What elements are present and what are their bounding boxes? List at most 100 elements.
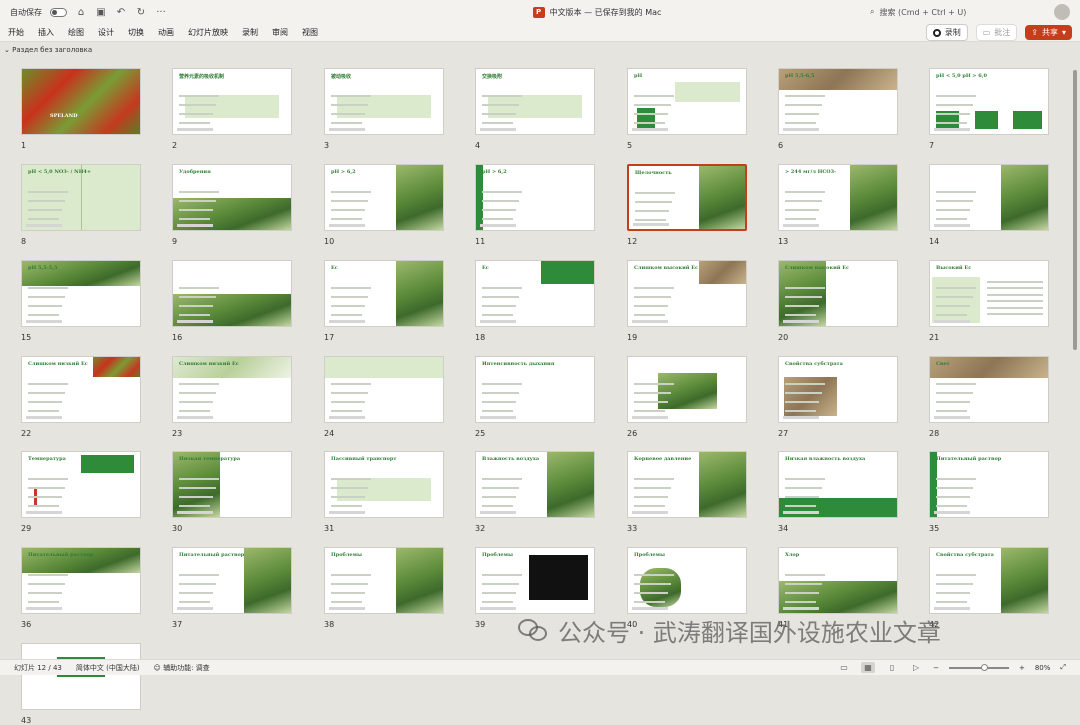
slide-thumbnail-5[interactable]: pH [627, 68, 747, 135]
scrollbar[interactable] [1072, 60, 1078, 630]
accessibility-status[interactable]: ☺ 辅助功能: 调查 [154, 663, 210, 673]
slideshow-view-button[interactable]: ▷ [909, 662, 923, 673]
watermark-text: 公众号 · 武涛翻译国外设施农业文章 [558, 618, 941, 647]
slide-thumbnail-10[interactable]: pH > 6,2 [324, 164, 444, 231]
slide-number: 29 [21, 524, 32, 533]
slide-thumbnail-35[interactable]: Питательный раствор [929, 451, 1049, 518]
slide-title: Корневое давление [634, 456, 692, 462]
home-icon[interactable]: ⌂ [75, 7, 87, 18]
record-label: 录制 [944, 28, 961, 37]
slide-thumbnail-9[interactable]: Удобрения [172, 164, 292, 231]
slide-sorter-view-button[interactable]: ▦ [861, 662, 876, 673]
zoom-in-button[interactable]: + [1019, 664, 1025, 672]
slide-thumbnail-40[interactable]: Проблемы [627, 547, 747, 614]
save-icon[interactable]: ▣ [95, 7, 107, 18]
tab-insert[interactable]: 插入 [38, 27, 62, 38]
tab-slideshow[interactable]: 幻灯片放映 [188, 27, 236, 38]
slide-title: Низкая температура [179, 456, 241, 462]
slide-thumbnail-4[interactable]: 交换吸附 [475, 68, 595, 135]
tab-home[interactable]: 开始 [8, 27, 32, 38]
slide-title: Питательный раствор [28, 552, 94, 558]
slide-thumbnail-3[interactable]: 被动吸收 [324, 68, 444, 135]
slide-thumbnail-29[interactable]: Температура [21, 451, 141, 518]
slide-thumbnail-6[interactable]: pH 5,5-6,5 [778, 68, 898, 135]
slide-number: 12 [627, 237, 638, 246]
slide-thumbnail-7[interactable]: pH < 5,0 pH > 6,0 [929, 68, 1049, 135]
section-header[interactable]: ⌄ Раздел без заголовка [4, 46, 92, 54]
slide-title: Проблемы [634, 552, 665, 558]
slide-thumbnail-14[interactable] [929, 164, 1049, 231]
tab-review[interactable]: 审阅 [272, 27, 296, 38]
slide-number: 2 [172, 141, 178, 150]
slide-thumbnail-12[interactable]: Щелочность [627, 164, 747, 231]
slide-thumbnail-8[interactable]: pH < 5,0 NO3- / NH4+ [21, 164, 141, 231]
slide-thumbnail-13[interactable]: > 244 мг/л HCO3- [778, 164, 898, 231]
slide-thumbnail-25[interactable]: Интенсивность дыхания [475, 356, 595, 423]
slide-thumbnail-11[interactable]: pH > 6,2 [475, 164, 595, 231]
record-button[interactable]: 录制 [925, 24, 968, 41]
slide-title: Низкая влажность воздуха [785, 456, 866, 462]
slide-title: pH < 5,0 pH > 6,0 [936, 73, 987, 79]
slide-thumbnail-32[interactable]: Влажность воздуха [475, 451, 595, 518]
slide-thumbnail-21[interactable]: Высокий Ec [929, 260, 1049, 327]
slide-thumbnail-43[interactable]: SPELAND [21, 643, 141, 710]
slide-thumbnail-16[interactable] [172, 260, 292, 327]
avatar[interactable] [1054, 4, 1070, 20]
slide-title: Свет [936, 361, 950, 367]
slide-thumbnail-20[interactable]: Слишком высокий Ec [778, 260, 898, 327]
slide-thumbnail-33[interactable]: Корневое давление [627, 451, 747, 518]
slide-thumbnail-2[interactable]: 营养元素的吸收机制 [172, 68, 292, 135]
slide-thumbnail-31[interactable]: Пассивный транспорт [324, 451, 444, 518]
slide-thumbnail-27[interactable]: Свойства субстрата [778, 356, 898, 423]
slide-thumbnail-41[interactable]: Хлор [778, 547, 898, 614]
slide-title: Проблемы [482, 552, 513, 558]
slide-thumbnail-38[interactable]: Проблемы [324, 547, 444, 614]
fit-window-icon[interactable]: ⤢ [1060, 663, 1066, 672]
slide-number: 28 [929, 429, 940, 438]
slide-number: 6 [778, 141, 784, 150]
tab-draw[interactable]: 绘图 [68, 27, 92, 38]
slide-thumbnail-36[interactable]: Питательный раствор [21, 547, 141, 614]
redo-icon[interactable]: ↻ [135, 7, 147, 18]
tab-design[interactable]: 设计 [98, 27, 122, 38]
status-bar: 幻灯片 12 / 43 简体中文 (中国大陆) ☺ 辅助功能: 调查 ▭ ▦ ▯… [0, 659, 1080, 675]
autosave-toggle[interactable] [50, 7, 67, 17]
slide-thumbnail-28[interactable]: Свет [929, 356, 1049, 423]
tab-view[interactable]: 视图 [302, 27, 326, 38]
zoom-slider-knob[interactable] [980, 663, 988, 671]
slide-thumbnail-18[interactable]: Ec [475, 260, 595, 327]
search-box[interactable]: ⌕ 搜索 (Cmd + Ctrl + U) [864, 5, 1044, 20]
normal-view-button[interactable]: ▭ [837, 662, 851, 673]
tab-record[interactable]: 录制 [242, 27, 266, 38]
zoom-level[interactable]: 80% [1035, 664, 1051, 672]
reading-view-button[interactable]: ▯ [885, 662, 899, 673]
share-button[interactable]: ⇪ 共享 ▾ [1025, 25, 1072, 40]
more-icon[interactable]: ··· [155, 7, 167, 18]
slide-thumbnail-24[interactable] [324, 356, 444, 423]
slide-thumbnail-30[interactable]: Низкая температура [172, 451, 292, 518]
slide-thumbnail-34[interactable]: Низкая влажность воздуха [778, 451, 898, 518]
zoom-slider[interactable] [948, 663, 1009, 671]
scrollbar-thumb[interactable] [1073, 70, 1077, 350]
undo-icon[interactable]: ↶ [115, 7, 127, 18]
tab-animations[interactable]: 动画 [158, 27, 182, 38]
language-status[interactable]: 简体中文 (中国大陆) [76, 663, 140, 673]
slide-thumbnail-39[interactable]: Проблемы [475, 547, 595, 614]
slide-number: 15 [21, 333, 32, 342]
slide-title: Ec [331, 265, 338, 271]
slide-number: 20 [778, 333, 789, 342]
slide-thumbnail-23[interactable]: Слишком низкий Ec [172, 356, 292, 423]
slide-thumbnail-19[interactable]: Слишком высокий Ec [627, 260, 747, 327]
tab-transitions[interactable]: 切换 [128, 27, 152, 38]
slide-thumbnail-42[interactable]: Свойства субстрата [929, 547, 1049, 614]
chevron-down-icon: ▾ [1061, 28, 1066, 37]
slide-number: 24 [324, 429, 335, 438]
slide-thumbnail-22[interactable]: Слишком низкий Ec [21, 356, 141, 423]
slide-thumbnail-1[interactable]: SPELAND [21, 68, 141, 135]
slide-thumbnail-26[interactable] [627, 356, 747, 423]
slide-thumbnail-37[interactable]: Питательный раствор [172, 547, 292, 614]
zoom-out-button[interactable]: − [933, 664, 939, 672]
slide-thumbnail-15[interactable]: pH 5,5-5,5 [21, 260, 141, 327]
slide-thumbnail-17[interactable]: Ec [324, 260, 444, 327]
comments-button[interactable]: ▭ 批注 [975, 24, 1018, 41]
